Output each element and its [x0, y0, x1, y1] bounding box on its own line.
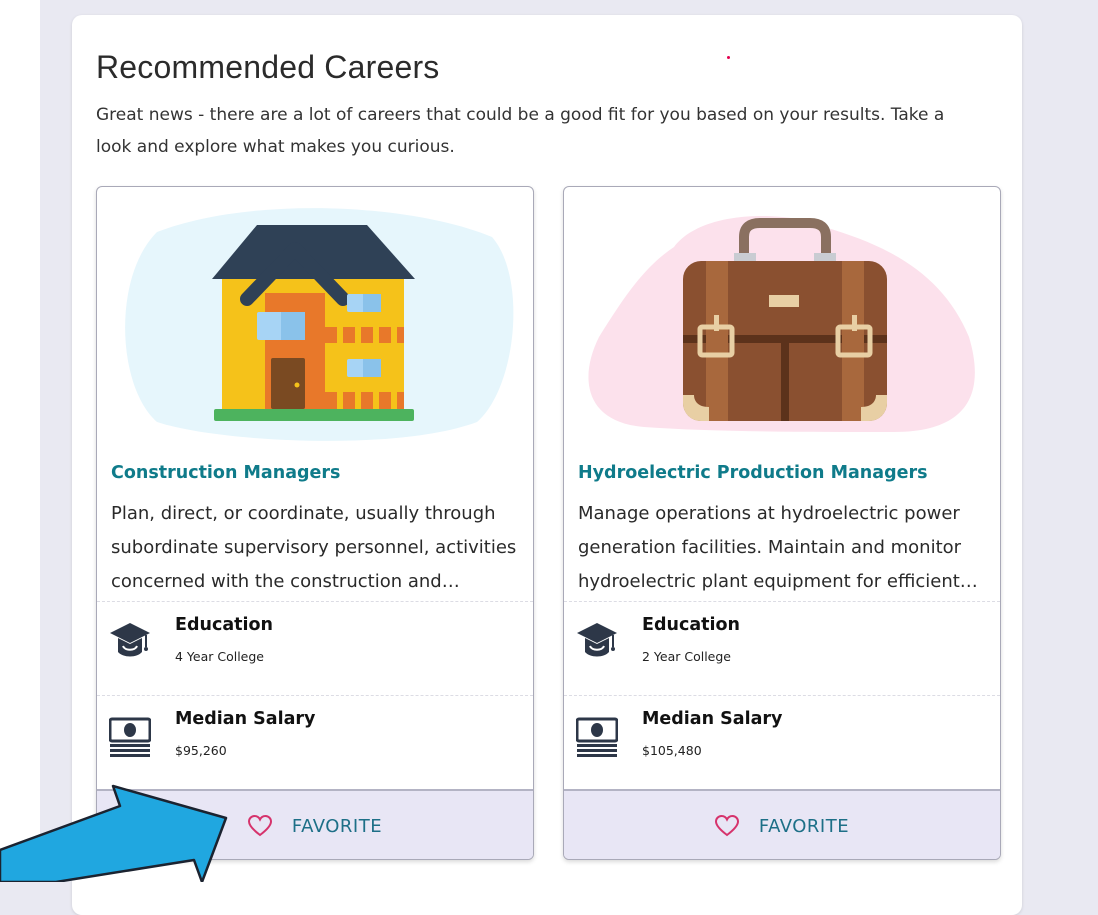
career-description: Plan, direct, or coordinate, usually thr… — [111, 503, 517, 592]
divider — [97, 695, 533, 696]
favorite-label: FAVORITE — [758, 815, 850, 837]
career-description: Manage operations at hydroelectric power… — [578, 503, 962, 592]
salary-label: Median Salary — [642, 709, 783, 729]
education-row: Education 4 Year College — [97, 615, 533, 705]
stray-dot — [727, 56, 730, 59]
divider — [564, 601, 1000, 602]
salary-value: $95,260 — [175, 743, 227, 758]
career-title[interactable]: Construction Managers — [111, 463, 340, 483]
money-icon — [576, 717, 618, 757]
divider — [97, 601, 533, 602]
career-card-hydroelectric-production-managers[interactable]: Hydroelectric Production Managers Manage… — [563, 186, 1001, 860]
house-icon — [125, 208, 514, 441]
graduation-cap-icon — [110, 623, 150, 657]
career-card-construction-managers[interactable]: Construction Managers Plan, direct, or c… — [96, 186, 534, 860]
heart-icon — [247, 815, 272, 837]
education-row: Education 2 Year College — [564, 615, 1000, 705]
salary-label: Median Salary — [175, 709, 316, 729]
education-value: 2 Year College — [642, 649, 732, 664]
graduation-cap-icon — [577, 623, 617, 657]
salary-value: $105,480 — [642, 743, 702, 758]
education-label: Education — [175, 615, 273, 635]
education-value: 4 Year College — [175, 649, 265, 664]
divider — [564, 695, 1000, 696]
panel-description: Great news - there are a lot of careers … — [96, 105, 945, 157]
education-label: Education — [642, 615, 740, 635]
money-icon — [109, 717, 151, 757]
left-strip — [0, 0, 40, 882]
heart-icon — [714, 815, 739, 837]
annotation-arrow — [0, 784, 228, 882]
salary-row: Median Salary $105,480 — [564, 709, 1000, 799]
panel-title: Recommended Careers — [96, 49, 440, 85]
favorite-button[interactable]: FAVORITE — [564, 789, 1000, 859]
favorite-label: FAVORITE — [291, 815, 383, 837]
career-title[interactable]: Hydroelectric Production Managers — [578, 463, 928, 483]
briefcase-icon — [588, 215, 975, 432]
